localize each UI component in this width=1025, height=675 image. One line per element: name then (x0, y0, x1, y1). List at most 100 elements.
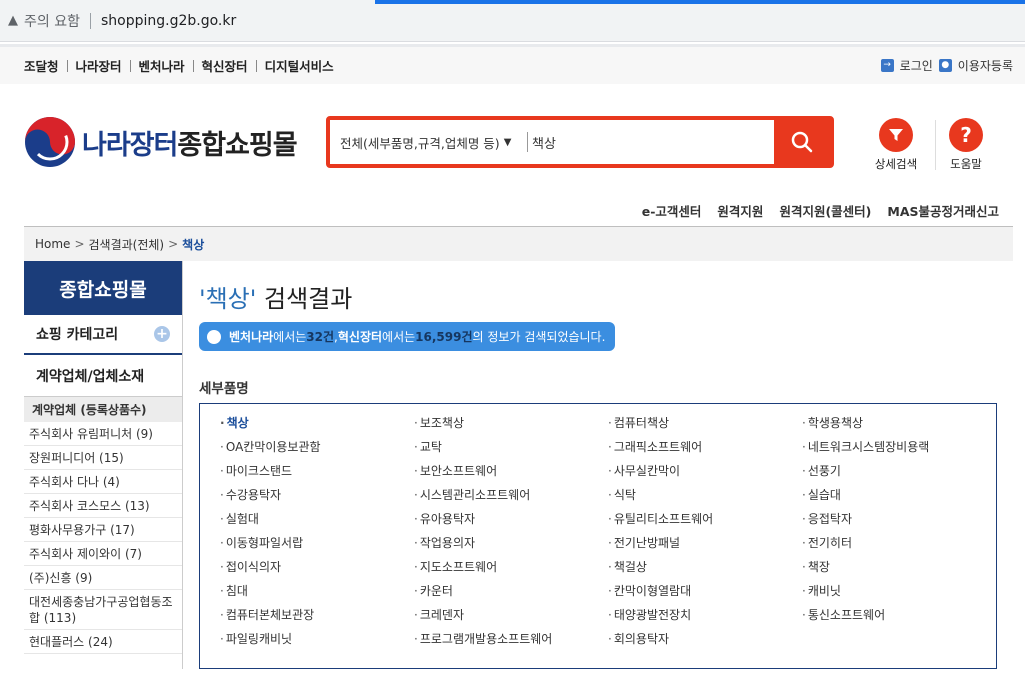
content-wrap: 종합쇼핑몰 쇼핑 카테고리 + 계약업체/업체소재 계약업체 (등록상품수) 주… (24, 261, 1025, 669)
detail-search-button[interactable]: 상세검색 (866, 118, 926, 172)
item-link[interactable]: 유틸리티소프트웨어 (608, 510, 802, 534)
vendor-item[interactable]: 현대플러스 (24) (24, 630, 182, 654)
customer-center-link[interactable]: e-고객센터 (642, 201, 702, 220)
site-header: 나라장터종합쇼핑몰 전체(세부품명,규격,업체명 등) ▼ 상세검색 ? 도움말 (0, 84, 1025, 194)
item-link[interactable]: 접이식의자 (220, 558, 414, 582)
search-button[interactable] (774, 120, 830, 164)
browser-tab-indicator (375, 0, 1025, 4)
security-warning[interactable]: 주의 요함 (24, 11, 80, 31)
lightbulb-icon (207, 329, 221, 344)
item-link[interactable]: 작업용의자 (414, 534, 608, 558)
venture-label[interactable]: 벤처나라 (229, 328, 273, 345)
results-summary: 벤처나라 에서는 32건, 혁신장터 에서는 16,599건 의 정보가 검색되었습… (199, 322, 616, 351)
help-button[interactable]: ? 도움말 (936, 118, 996, 172)
url-text[interactable]: shopping.g2b.go.kr (101, 13, 236, 29)
search-scope-label: 전체(세부품명,규격,업체명 등) (340, 135, 500, 151)
vendor-item[interactable]: 평화사무용가구 (17) (24, 518, 182, 542)
category-label: 쇼핑 카테고리 (36, 327, 119, 343)
vendor-item[interactable]: 장원퍼니디어 (15) (24, 446, 182, 470)
login-icon[interactable]: → (880, 59, 894, 72)
item-link[interactable]: 실험대 (220, 510, 414, 534)
vendor-item[interactable]: 주식회사 다나 (4) (24, 470, 182, 494)
family-sites: 조달청 나라장터 벤처나라 혁신장터 디지털서비스 (24, 56, 342, 75)
login-link[interactable]: 로그인 (900, 57, 933, 74)
innov-label[interactable]: 혁신장터 (338, 328, 382, 345)
vendor-list-header: 계약업체 (등록상품수) (24, 397, 182, 422)
search-results: '책상' 검색결과 벤처나라 에서는 32건, 혁신장터 에서는 16,599건 의… (183, 261, 1025, 669)
item-link[interactable]: 이동형파일서랍 (220, 534, 414, 558)
search-input[interactable] (528, 120, 774, 164)
innov-count[interactable]: 16,599건 (415, 328, 472, 345)
plus-icon[interactable]: + (154, 326, 170, 342)
item-link[interactable]: 그래픽소프트웨어 (608, 438, 802, 462)
section-heading: 세부품명 (199, 381, 249, 397)
item-link[interactable]: 크레덴자 (414, 606, 608, 630)
warning-icon[interactable]: ▲ (8, 13, 18, 28)
site-link[interactable]: 조달청 (24, 56, 67, 75)
item-link[interactable]: 유아용탁자 (414, 510, 608, 534)
item-link[interactable]: 책걸상 (608, 558, 802, 582)
vendor-item[interactable]: 주식회사 제이와이 (7) (24, 542, 182, 566)
shopping-category-toggle[interactable]: 쇼핑 카테고리 + (24, 315, 182, 355)
item-link[interactable]: 파일링캐비닛 (220, 630, 414, 654)
item-link[interactable]: 태양광발전장치 (608, 606, 802, 630)
account-links: → 로그인 ● 이용자등록 (880, 57, 1013, 74)
register-link[interactable]: 이용자등록 (958, 57, 1013, 74)
item-link[interactable]: 시스템관리소프트웨어 (414, 486, 608, 510)
mas-report-link[interactable]: MAS불공정거래신고 (887, 201, 999, 220)
item-link[interactable]: 수강용탁자 (220, 486, 414, 510)
search-scope-select[interactable]: 전체(세부품명,규격,업체명 등) ▼ (330, 132, 528, 152)
item-link[interactable]: 캐비닛 (802, 582, 996, 606)
item-link[interactable]: 컴퓨터본체보관장 (220, 606, 414, 630)
site-logo[interactable]: 나라장터종합쇼핑몰 (24, 116, 298, 168)
item-link[interactable]: 회의용탁자 (608, 630, 802, 654)
item-link[interactable]: 칸막이형열람대 (608, 582, 802, 606)
item-link[interactable]: 식탁 (608, 486, 802, 510)
item-link[interactable]: 통신소프트웨어 (802, 606, 996, 630)
item-link[interactable]: 네트워크시스템장비용랙 (802, 438, 996, 462)
vendor-item[interactable]: 주식회사 유림퍼니처 (9) (24, 422, 182, 446)
site-link[interactable]: 벤처나라 (131, 56, 193, 75)
breadcrumb-home[interactable]: Home (35, 237, 70, 251)
sidebar-title: 종합쇼핑몰 (24, 261, 182, 315)
item-link[interactable]: 책장 (802, 558, 996, 582)
remote-support-link[interactable]: 원격지원 (717, 201, 763, 220)
item-link[interactable]: OA칸막이용보관함 (220, 438, 414, 462)
item-link[interactable]: 컴퓨터책상 (608, 414, 802, 438)
item-link[interactable]: 응접탁자 (802, 510, 996, 534)
vendor-item[interactable]: (주)신흥 (9) (24, 566, 182, 590)
item-link[interactable]: 교탁 (414, 438, 608, 462)
search-box: 전체(세부품명,규격,업체명 등) ▼ (326, 116, 834, 168)
site-link[interactable]: 나라장터 (68, 56, 130, 75)
item-link[interactable]: 보안소프트웨어 (414, 462, 608, 486)
site-link[interactable]: 혁신장터 (194, 56, 256, 75)
breadcrumb: Home > 검색결과(전체) > 책상 (24, 227, 1013, 261)
browser-address-bar[interactable]: ▲ 주의 요함 shopping.g2b.go.kr (0, 0, 1025, 42)
item-link[interactable]: 카운터 (414, 582, 608, 606)
venture-count[interactable]: 32건 (306, 328, 334, 345)
item-link[interactable]: 선풍기 (802, 462, 996, 486)
item-link[interactable]: 침대 (220, 582, 414, 606)
item-link[interactable]: 사무실칸막이 (608, 462, 802, 486)
help-label: 도움말 (950, 157, 982, 171)
vendor-item[interactable]: 대전세종충남가구공업협동조합 (113) (24, 590, 182, 630)
item-link[interactable]: 전기히터 (802, 534, 996, 558)
breadcrumb-mid[interactable]: 검색결과(전체) (89, 236, 165, 253)
results-title: '책상' 검색결과 (199, 279, 997, 314)
user-icon[interactable]: ● (938, 59, 952, 72)
item-link[interactable]: 마이크스탠드 (220, 462, 414, 486)
vendor-section-tab[interactable]: 계약업체/업체소재 (24, 355, 182, 397)
item-link[interactable]: 보조책상 (414, 414, 608, 438)
item-link[interactable]: 프로그램개발용소프트웨어 (414, 630, 608, 654)
vendor-item[interactable]: 주식회사 코스모스 (13) (24, 494, 182, 518)
item-link[interactable]: 학생용책상 (802, 414, 996, 438)
item-link[interactable]: 전기난방패널 (608, 534, 802, 558)
logo-text: 나라장터종합쇼핑몰 (82, 129, 298, 161)
sidebar: 종합쇼핑몰 쇼핑 카테고리 + 계약업체/업체소재 계약업체 (등록상품수) 주… (24, 261, 183, 669)
site-link[interactable]: 디지털서비스 (257, 56, 342, 75)
remote-callcenter-link[interactable]: 원격지원(콜센터) (779, 201, 871, 220)
detail-search-label: 상세검색 (874, 157, 918, 171)
item-link[interactable]: 책상 (220, 414, 414, 438)
item-link[interactable]: 지도소프트웨어 (414, 558, 608, 582)
item-link[interactable]: 실습대 (802, 486, 996, 510)
